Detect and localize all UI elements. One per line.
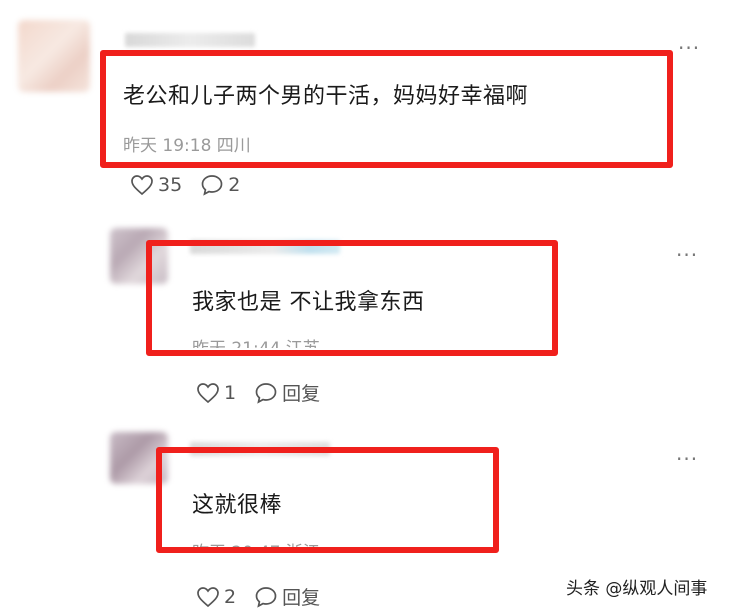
highlight-box — [100, 50, 673, 168]
username[interactable] — [125, 33, 255, 47]
more-options-icon[interactable]: ··· — [676, 447, 698, 471]
watermark: 头条 @纵观人间事 — [566, 579, 708, 599]
reply-button[interactable]: 回复 — [254, 379, 320, 406]
comment-actions: 1 回复 — [196, 379, 338, 406]
like-count: 35 — [158, 174, 183, 196]
heart-icon — [131, 175, 153, 196]
reply-button[interactable]: 2 — [200, 174, 240, 196]
heart-icon — [197, 382, 219, 403]
reply-button[interactable]: 回复 — [254, 583, 320, 610]
like-count: 2 — [224, 585, 237, 608]
highlight-box — [156, 447, 499, 553]
heart-icon — [197, 586, 219, 607]
more-options-icon[interactable]: ··· — [676, 243, 698, 267]
like-button[interactable]: 35 — [130, 174, 182, 196]
avatar[interactable] — [18, 20, 90, 92]
reply-label: 回复 — [282, 383, 321, 405]
comment-bubble-icon — [255, 382, 277, 404]
highlight-box — [146, 240, 558, 356]
comment-actions: 2 回复 — [196, 583, 338, 610]
comment-bubble-icon — [201, 175, 223, 196]
like-count: 1 — [224, 381, 237, 404]
like-button[interactable]: 1 — [196, 382, 236, 404]
more-options-icon[interactable]: ··· — [678, 36, 700, 60]
like-button[interactable]: 2 — [196, 586, 236, 608]
reply-label: 回复 — [282, 587, 321, 609]
comment-bubble-icon — [255, 586, 277, 608]
reply-count: 2 — [228, 174, 241, 196]
comment-actions: 35 2 — [130, 174, 258, 196]
